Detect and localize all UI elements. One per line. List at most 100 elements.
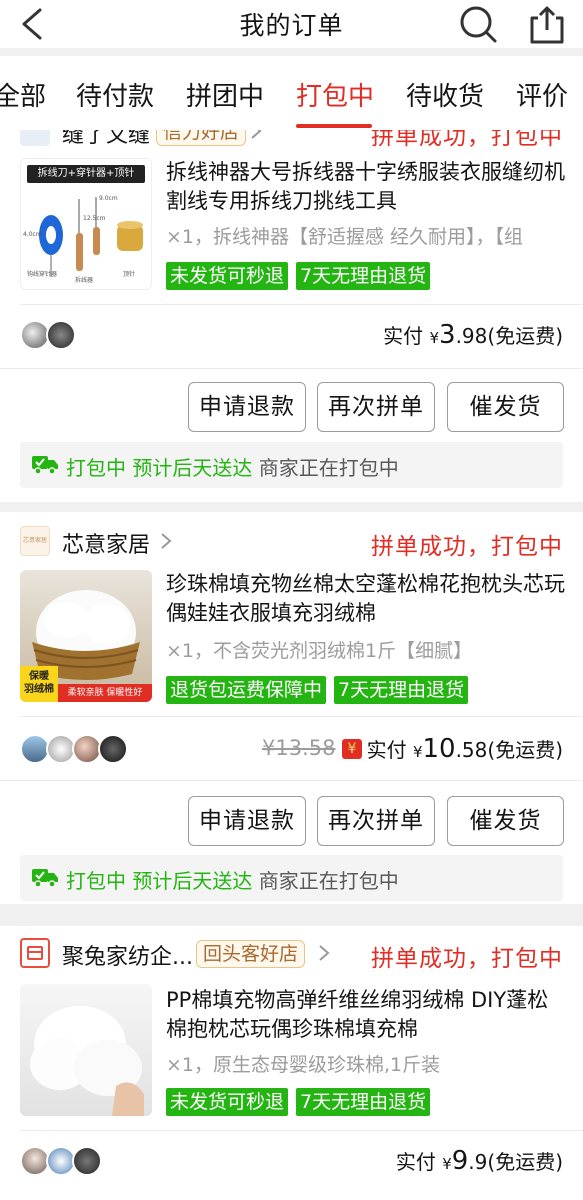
paid-amount: 实付 ¥9.9(免运费) [396, 1146, 563, 1176]
search-icon[interactable] [458, 4, 498, 44]
product-spec: ×1，不含荧光剂羽绒棉1斤【细腻】 [166, 640, 473, 662]
group-avatars [20, 1146, 102, 1176]
product-thumbnail[interactable] [20, 984, 152, 1116]
back-arrow-icon[interactable] [18, 8, 48, 40]
notice-status: 商家正在打包中 [258, 456, 399, 480]
thumb-badge: 保暖 羽绒棉 [20, 666, 58, 702]
group-avatars [20, 734, 128, 764]
avatar [98, 734, 128, 764]
top-bar: 我的订单 [0, 0, 583, 48]
service-tag: 7天无理由退货 [334, 676, 469, 704]
active-tab-underline [296, 124, 372, 128]
logistics-notice[interactable]: 打包中 预计后天送达 商家正在打包中 [20, 442, 563, 488]
shop-row[interactable]: 芯意家居 芯意家居 拼单成功，打包中 [0, 518, 583, 566]
product-thumbnail[interactable]: 保暖 羽绒棉 柔软亲肤 保暖性好 [20, 570, 152, 702]
divider [20, 716, 583, 717]
paid-amount: 实付 ¥3.98(免运费) [383, 320, 563, 350]
product-title[interactable]: 拆线神器大号拆线器十字绣服装衣服缝纫机割线专用拆线刀挑线工具 [166, 158, 566, 216]
notice-eta: 打包中 预计后天送达 [66, 869, 253, 893]
paid-label: 实付 [383, 324, 424, 348]
shop-row[interactable]: 缝了又缝 信力好店 拼单成功，打包中 [0, 130, 583, 156]
price-integer: 9 [451, 1146, 469, 1176]
paid-amount: 实付 ¥10.58(免运费) [367, 734, 563, 764]
order-status-tabs: 全部 待付款 拼团中 打包中 待收货 评价 [0, 56, 583, 130]
order-status: 拼单成功，打包中 [371, 946, 563, 972]
product-title[interactable]: 珍珠棉填充物丝棉太空蓬松棉花抱枕头芯玩偶娃娃衣服填充羽绒棉 [166, 570, 566, 628]
service-tag: 未发货可秒退 [166, 1088, 289, 1116]
order-card: 芯意家居 芯意家居 拼单成功，打包中 保暖 羽绒棉 柔软亲肤 保暖性好 珍珠棉填… [0, 512, 583, 904]
price-integer: 3 [439, 320, 456, 350]
service-tag: 7天无理由退货 [296, 1088, 431, 1116]
tab-packing[interactable]: 打包中 [296, 76, 374, 113]
logistics-notice[interactable]: 打包中 预计后天送达 商家正在打包中 [20, 855, 563, 901]
service-tags: 未发货可秒退 7天无理由退货 [166, 1088, 431, 1116]
shop-badge: 信力好店 [156, 130, 247, 146]
price-integer: 10 [422, 734, 456, 764]
divider [0, 780, 583, 781]
reorder-button[interactable]: 再次拼单 [317, 382, 435, 432]
chevron-right-icon [161, 533, 172, 549]
refund-button[interactable]: 申请退款 [188, 796, 306, 846]
tab-awaiting-delivery[interactable]: 待收货 [406, 76, 484, 113]
truck-icon [32, 456, 58, 475]
paid-label: 实付 [395, 1150, 436, 1174]
thumb-label: 4.0cm [23, 231, 42, 238]
red-packet-icon: ¥ [342, 739, 362, 759]
shop-name: 缝了又缝 [62, 130, 151, 148]
shop-logo: 芯意家居 [20, 526, 50, 556]
product-thumbnail[interactable]: 拆线刀+穿针器+顶针 钩线穿针器 拆线器 顶针 4.0cm 12.5cm 9.0… [20, 158, 152, 290]
tab-group-buying[interactable]: 拼团中 [186, 76, 264, 113]
reorder-button[interactable]: 再次拼单 [317, 796, 435, 846]
chevron-right-icon [251, 130, 262, 139]
shop-logo [20, 938, 50, 968]
tab-all[interactable]: 全部 [0, 76, 46, 113]
order-status: 拼单成功，打包中 [371, 130, 563, 150]
share-icon[interactable] [530, 4, 564, 44]
currency-symbol: ¥ [429, 329, 440, 347]
tab-review[interactable]: 评价 [516, 76, 568, 113]
urge-shipping-button[interactable]: 催发货 [447, 796, 564, 846]
shop-row[interactable]: 聚兔家纺企... 回头客好店 拼单成功，打包中 [0, 930, 583, 978]
service-tag: 未发货可秒退 [166, 262, 289, 290]
shop-badge: 回头客好店 [196, 940, 306, 968]
thumb-label: 9.0cm [99, 195, 118, 202]
product-title[interactable]: PP棉填充物高弹纤维丝绵羽绒棉 DIY蓬松棉抱枕芯玩偶珍珠棉填充棉 [166, 986, 566, 1044]
price-decimal: .58 [455, 738, 488, 762]
notice-text: 打包中 预计后天送达 商家正在打包中 [66, 865, 399, 894]
order-status: 拼单成功，打包中 [371, 534, 563, 560]
page-title: 我的订单 [239, 11, 344, 40]
service-tags: 未发货可秒退 7天无理由退货 [166, 262, 431, 290]
service-tag: 退货包运费保障中 [166, 676, 327, 704]
refund-button[interactable]: 申请退款 [188, 382, 306, 432]
product-spec: ×1，原生态母婴级珍珠棉,1斤装 [166, 1054, 441, 1076]
shipping-note: (免运费) [487, 1150, 563, 1174]
thumb-label: 顶针 [123, 271, 136, 278]
thumb-label: 拆线器 [75, 277, 94, 284]
divider [20, 304, 583, 305]
truck-icon [32, 869, 58, 888]
divider [20, 1130, 583, 1131]
order-card: 缝了又缝 信力好店 拼单成功，打包中 拆线刀+穿针器+顶针 钩线穿针器 拆线器 … [0, 130, 583, 502]
tab-pending-payment[interactable]: 待付款 [76, 76, 154, 113]
shipping-note: (免运费) [487, 324, 563, 348]
chevron-right-icon [319, 945, 330, 961]
notice-text: 打包中 预计后天送达 商家正在打包中 [66, 452, 399, 481]
shop-name: 聚兔家纺企... [62, 945, 193, 970]
pp-cotton-image [30, 1006, 144, 1116]
service-tags: 退货包运费保障中 7天无理由退货 [166, 676, 469, 704]
product-spec: ×1，拆线神器【舒适握感 经久耐用】，【组 [166, 226, 524, 248]
thumb-banner: 柔软亲肤 保暖性好 [58, 684, 152, 702]
price-decimal: .98 [455, 324, 488, 348]
thumb-label: 钩线穿针器 [27, 271, 58, 278]
price-decimal: .9 [468, 1150, 488, 1174]
currency-symbol: ¥ [442, 1155, 452, 1173]
notice-eta: 打包中 预计后天送达 [66, 456, 253, 480]
divider [0, 368, 583, 369]
urge-shipping-button[interactable]: 催发货 [447, 382, 564, 432]
notice-status: 商家正在打包中 [258, 869, 399, 893]
avatar [46, 320, 76, 350]
shipping-note: (免运费) [487, 738, 563, 762]
thumb-label: 12.5cm [83, 215, 106, 222]
original-price: ¥13.58 [262, 736, 336, 760]
shop-logo [20, 130, 50, 146]
